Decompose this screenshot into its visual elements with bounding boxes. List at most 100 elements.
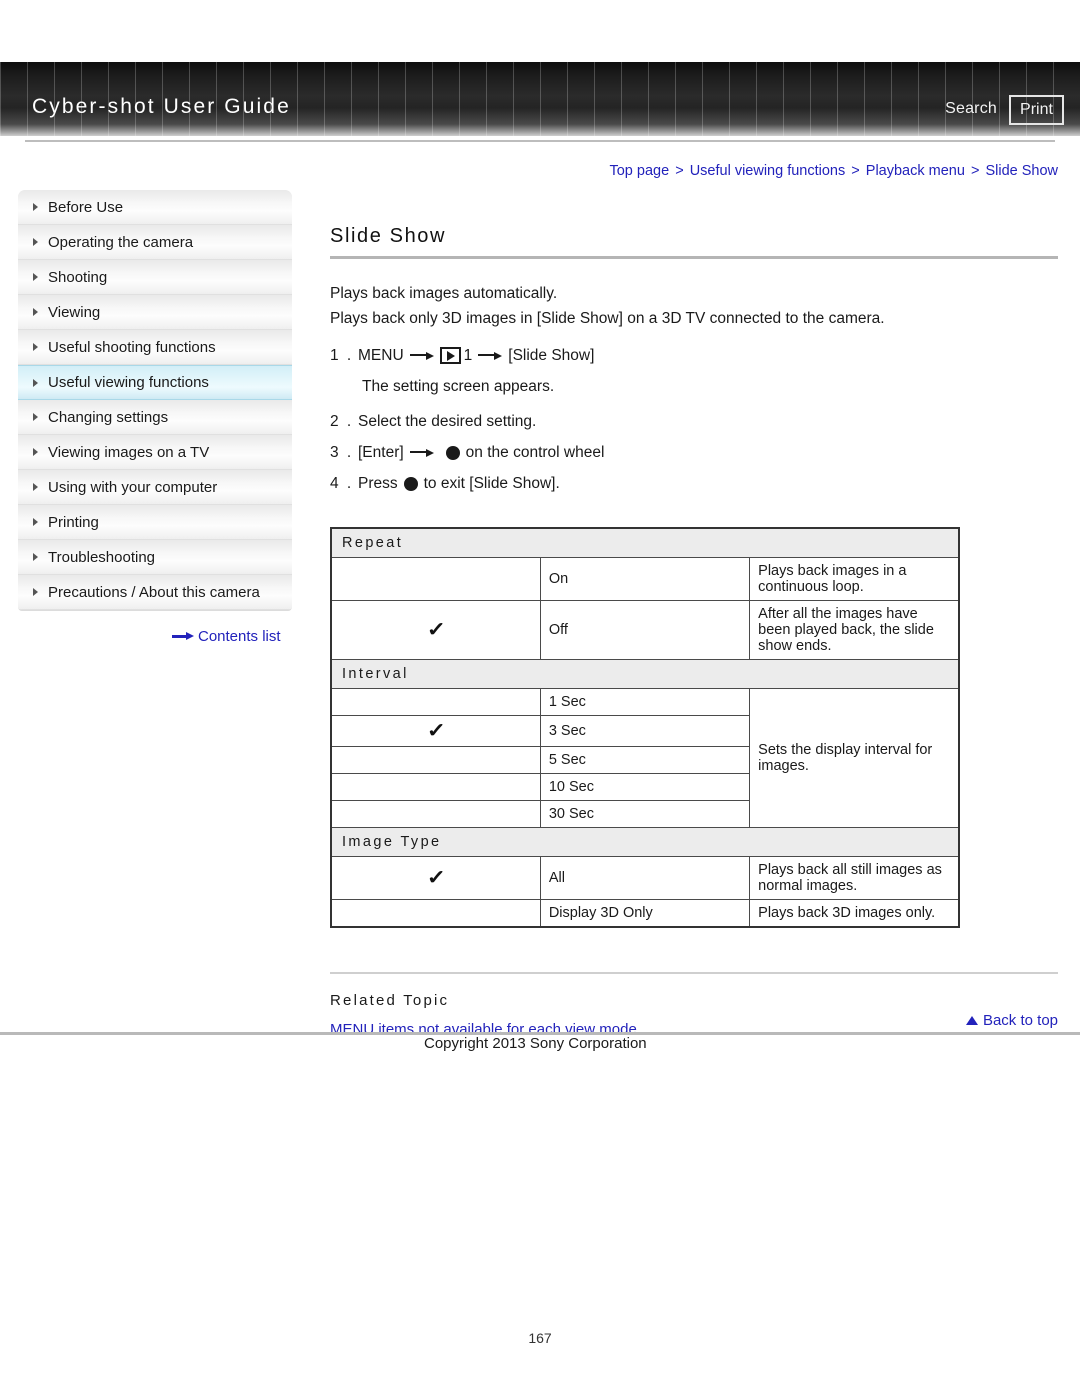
breadcrumb-item-top-page[interactable]: Top page — [609, 163, 669, 179]
triangle-up-icon — [965, 1016, 978, 1025]
table-row[interactable]: ✓ All Plays back all still images as nor… — [330, 856, 960, 900]
sidebar-nav: Before Use Operating the camera Shooting… — [18, 190, 292, 611]
sidebar-item-printing[interactable]: Printing — [18, 505, 292, 540]
chevron-right-icon — [33, 343, 38, 351]
option-cell: 1 Sec — [539, 688, 751, 716]
step-4-body: Press to exit [Slide Show]. — [358, 470, 560, 497]
step-1: 1 . MENU 1 [Slide Show] — [330, 342, 1060, 369]
sidebar-item-before-use[interactable]: Before Use — [18, 190, 292, 225]
chevron-right-icon — [33, 273, 38, 281]
sidebar-item-viewing[interactable]: Viewing — [18, 295, 292, 330]
breadcrumb-item-useful-viewing-functions[interactable]: Useful viewing functions — [690, 163, 846, 179]
checkmark-icon: ✓ — [426, 720, 446, 742]
description-cell-merged: Sets the display interval for images. — [749, 688, 960, 828]
contents-list-link[interactable]: Contents list — [172, 628, 281, 645]
breadcrumb-separator: > — [970, 163, 980, 179]
sidebar-item-label: Useful shooting functions — [48, 338, 216, 356]
table-row[interactable]: 1 Sec Sets the display interval for imag… — [330, 688, 960, 828]
check-cell: ✓ — [330, 856, 541, 900]
arrow-right-icon — [172, 632, 194, 641]
option-cell: 5 Sec — [539, 746, 751, 774]
chevron-right-icon — [33, 378, 38, 387]
section-title-repeat: Repeat — [330, 527, 960, 558]
step-3-body: [Enter] on the control wheel — [358, 439, 604, 466]
table-row[interactable]: On Plays back images in a continuous loo… — [330, 557, 960, 601]
intro-line-1: Plays back images automatically. — [330, 285, 558, 302]
chevron-right-icon — [33, 518, 38, 526]
sidebar-item-label: Troubleshooting — [48, 548, 156, 566]
chevron-right-icon — [33, 483, 38, 491]
sidebar-item-useful-viewing-functions[interactable]: Useful viewing functions — [18, 365, 292, 400]
option-cell: 3 Sec — [539, 715, 751, 747]
chevron-right-icon — [33, 308, 38, 316]
page-number: 167 — [528, 1330, 552, 1346]
option-cell: Off — [539, 600, 751, 660]
instruction-steps: 1 . MENU 1 [Slide Show] The setting scre… — [330, 342, 1060, 497]
step-4-lead-label: Press — [358, 475, 398, 492]
sidebar-item-viewing-images-on-a-tv[interactable]: Viewing images on a TV — [18, 435, 292, 470]
arrow-right-icon — [409, 448, 434, 457]
option-cell: On — [539, 557, 751, 601]
arrow-right-icon — [478, 351, 503, 360]
check-cell — [330, 899, 541, 928]
description-cell: Plays back 3D images only. — [749, 899, 960, 928]
step-1-target-label: [Slide Show] — [508, 347, 595, 364]
settings-table: Repeat On Plays back images in a continu… — [330, 527, 960, 928]
step-1-number: 1 . — [330, 347, 354, 364]
sidebar-item-changing-settings[interactable]: Changing settings — [18, 400, 292, 435]
playback-mode-icon — [439, 347, 461, 364]
sidebar-item-shooting[interactable]: Shooting — [18, 260, 292, 295]
sidebar-item-operating-the-camera[interactable]: Operating the camera — [18, 225, 292, 260]
step-4-tail-label: to exit [Slide Show]. — [423, 475, 560, 492]
checkmark-icon: ✓ — [426, 867, 446, 889]
sidebar-item-label: Using with your computer — [48, 478, 218, 496]
control-wheel-center-button-icon — [445, 445, 460, 460]
table-row[interactable]: ✓ Off After all the images have been pla… — [330, 600, 960, 660]
check-cell: ✓ — [330, 715, 541, 747]
option-cell: 10 Sec — [539, 773, 751, 801]
step-1-body: MENU 1 [Slide Show] — [358, 342, 594, 369]
main-content: Slide Show Plays back images automatical… — [330, 225, 1060, 1038]
check-cell — [330, 746, 541, 774]
intro-line-2: Plays back only 3D images in [Slide Show… — [330, 310, 885, 327]
sidebar-item-label: Before Use — [48, 198, 124, 216]
table-row[interactable]: Display 3D Only Plays back 3D images onl… — [330, 899, 960, 928]
sidebar-item-precautions-about-this-camera[interactable]: Precautions / About this camera — [18, 575, 292, 610]
header-underline — [25, 140, 1055, 142]
check-cell — [330, 688, 541, 716]
section-title-image-type: Image Type — [330, 827, 960, 857]
contents-list-label: Contents list — [198, 628, 281, 645]
chevron-right-icon — [33, 413, 38, 421]
breadcrumb-separator: > — [851, 163, 860, 179]
brand-title: Cyber-shot User Guide — [32, 95, 291, 118]
print-button[interactable]: Print — [1009, 95, 1064, 125]
option-cell: 30 Sec — [539, 800, 751, 828]
sidebar-item-using-with-your-computer[interactable]: Using with your computer — [18, 470, 292, 505]
control-wheel-center-button-icon — [403, 476, 418, 491]
step-2: 2 . Select the desired setting. — [330, 408, 1060, 435]
step-1-note: The setting screen appears. — [362, 378, 555, 395]
option-cell: Display 3D Only — [539, 899, 751, 928]
checkmark-icon: ✓ — [426, 619, 446, 641]
description-cell: After all the images have been played ba… — [749, 600, 960, 660]
breadcrumb-item-slide-show[interactable]: Slide Show — [985, 163, 1058, 179]
sidebar-item-label: Viewing images on a TV — [48, 443, 210, 461]
check-cell — [330, 557, 541, 601]
sidebar-item-label: Operating the camera — [48, 233, 194, 251]
table-section-header-row: Interval — [330, 659, 960, 689]
back-to-top-link[interactable]: Back to top — [965, 1012, 1058, 1029]
check-cell: ✓ — [330, 600, 541, 660]
step-4: 4 . Press to exit [Slide Show]. — [330, 470, 1060, 497]
section-title-interval: Interval — [330, 659, 960, 689]
step-2-number: 2 . — [330, 413, 354, 430]
step-2-text: Select the desired setting. — [358, 413, 537, 430]
breadcrumb-item-playback-menu[interactable]: Playback menu — [866, 163, 965, 179]
sidebar-item-label: Viewing — [48, 303, 101, 321]
sidebar-item-troubleshooting[interactable]: Troubleshooting — [18, 540, 292, 575]
search-link[interactable]: Search — [945, 100, 997, 118]
related-topic-heading: Related Topic — [330, 992, 450, 1009]
sidebar-item-useful-shooting-functions[interactable]: Useful shooting functions — [18, 330, 292, 365]
chevron-right-icon — [33, 203, 38, 211]
step-3-enter-label: [Enter] — [358, 444, 404, 461]
sidebar-item-label: Shooting — [48, 268, 108, 286]
